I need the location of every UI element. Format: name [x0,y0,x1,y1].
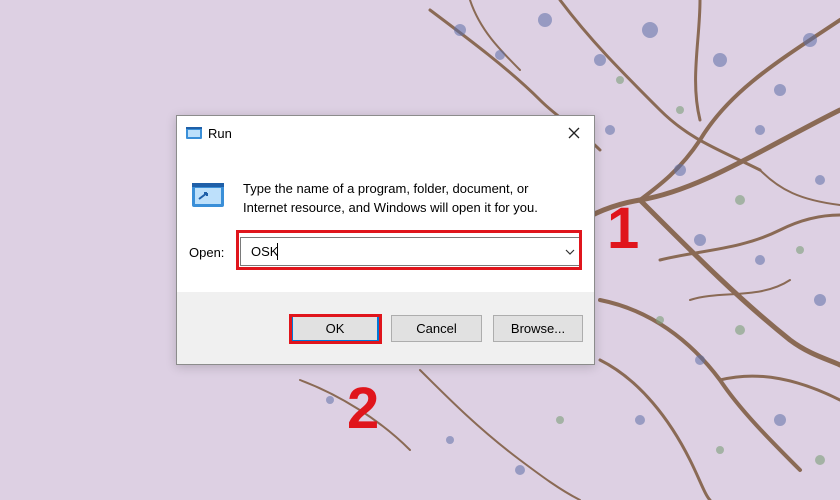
close-icon [568,127,580,139]
run-icon [190,181,226,209]
description-line-2: Internet resource, and Windows will open… [243,200,538,215]
dialog-title: Run [208,126,232,141]
step-number-2: 2 [347,376,380,441]
description-line-1: Type the name of a program, folder, docu… [243,181,529,196]
dialog-description: Type the name of a program, folder, docu… [243,179,583,217]
highlight-ok-button [289,314,382,344]
title-bar[interactable]: Run [177,116,594,150]
highlight-open-input [236,230,582,270]
step-number-1: 1 [607,196,640,261]
browse-button[interactable]: Browse... [493,315,583,342]
dialog-footer: OK Cancel Browse... [177,292,594,364]
open-label: Open: [189,245,225,260]
cancel-button[interactable]: Cancel [391,315,482,342]
run-icon [185,126,203,140]
close-button[interactable] [554,116,594,150]
